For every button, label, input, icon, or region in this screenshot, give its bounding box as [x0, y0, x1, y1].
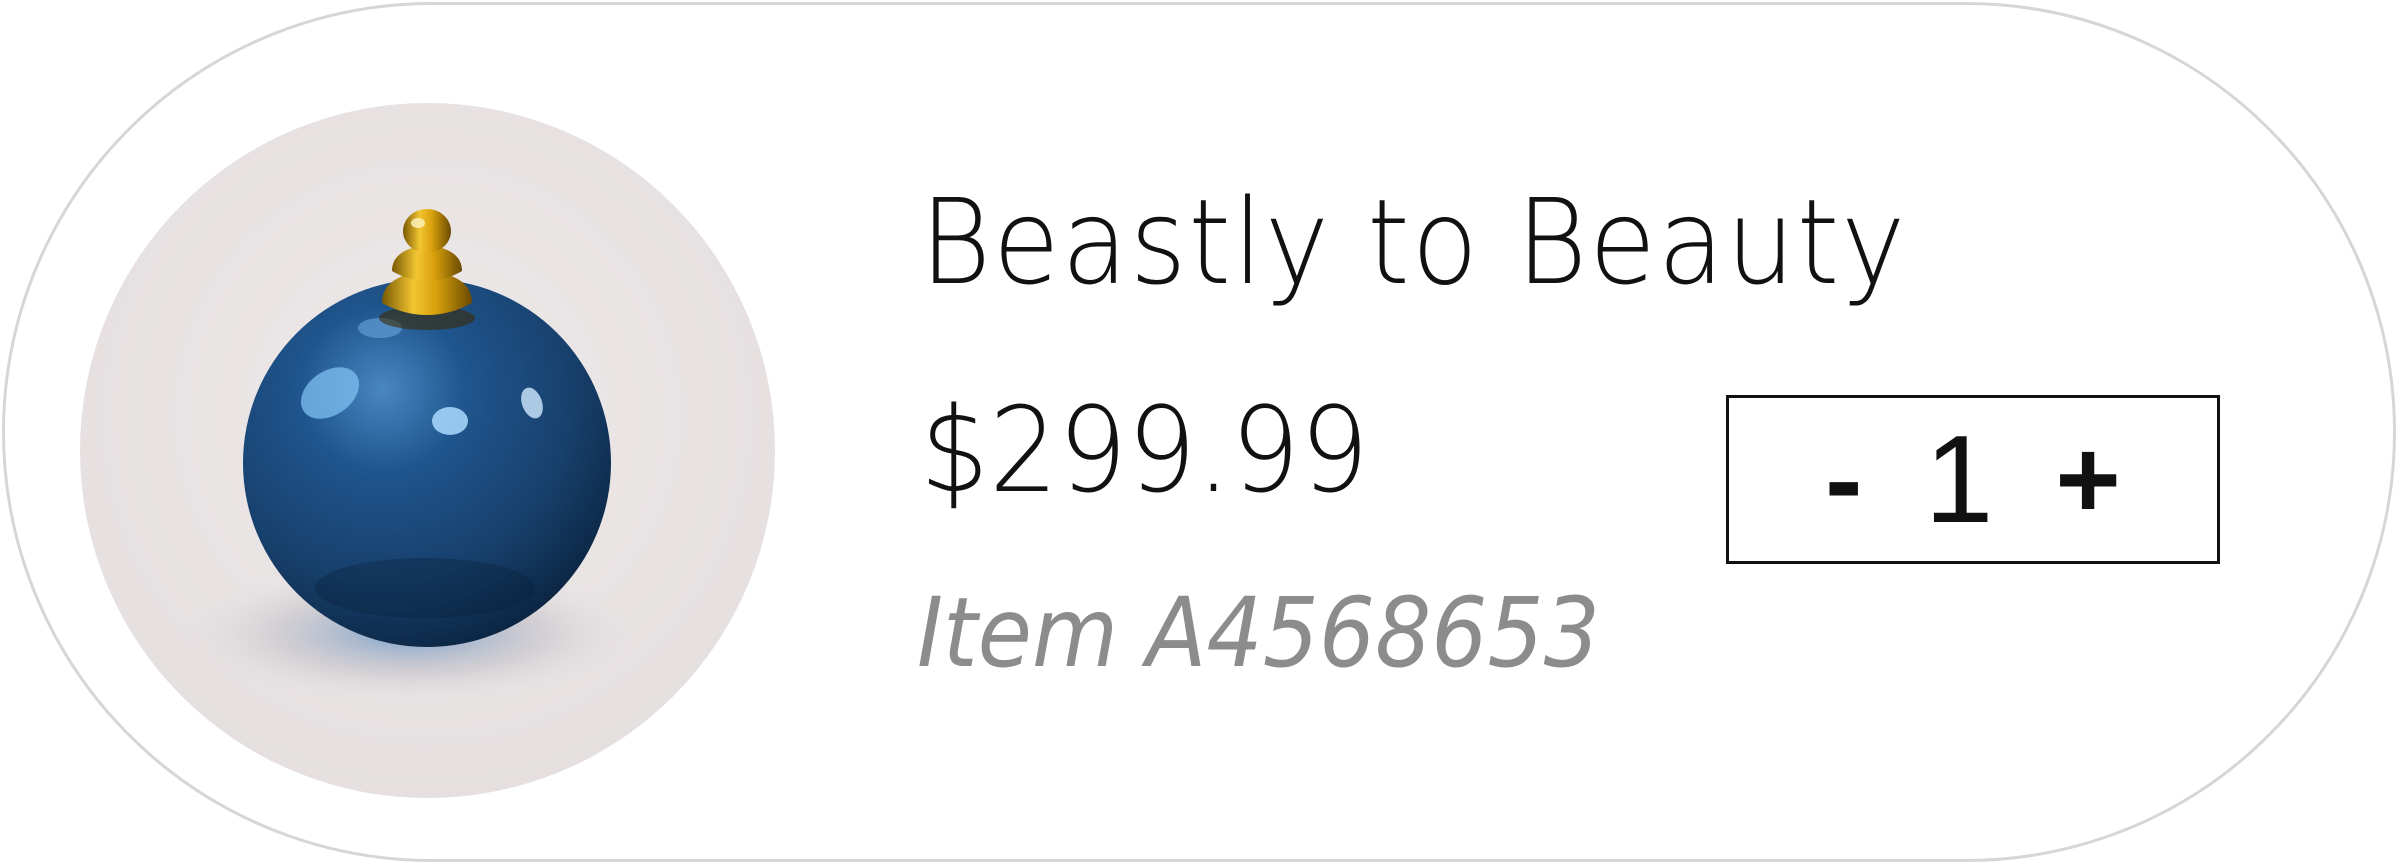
quantity-stepper: - 1 + — [1726, 395, 2220, 564]
item-number: Item A4568653 — [917, 577, 1600, 689]
increment-button[interactable]: + — [2055, 423, 2120, 536]
decrement-button[interactable]: - — [1825, 423, 1862, 536]
product-cart-card: Beastly to Beauty $299.99 Item A4568653 … — [2, 2, 2396, 862]
product-title: Beastly to Beauty — [920, 173, 1908, 311]
ornament-image — [80, 103, 775, 798]
product-price: $299.99 — [920, 381, 1369, 519]
product-image — [80, 103, 775, 798]
quantity-value: 1 — [1924, 410, 1994, 549]
